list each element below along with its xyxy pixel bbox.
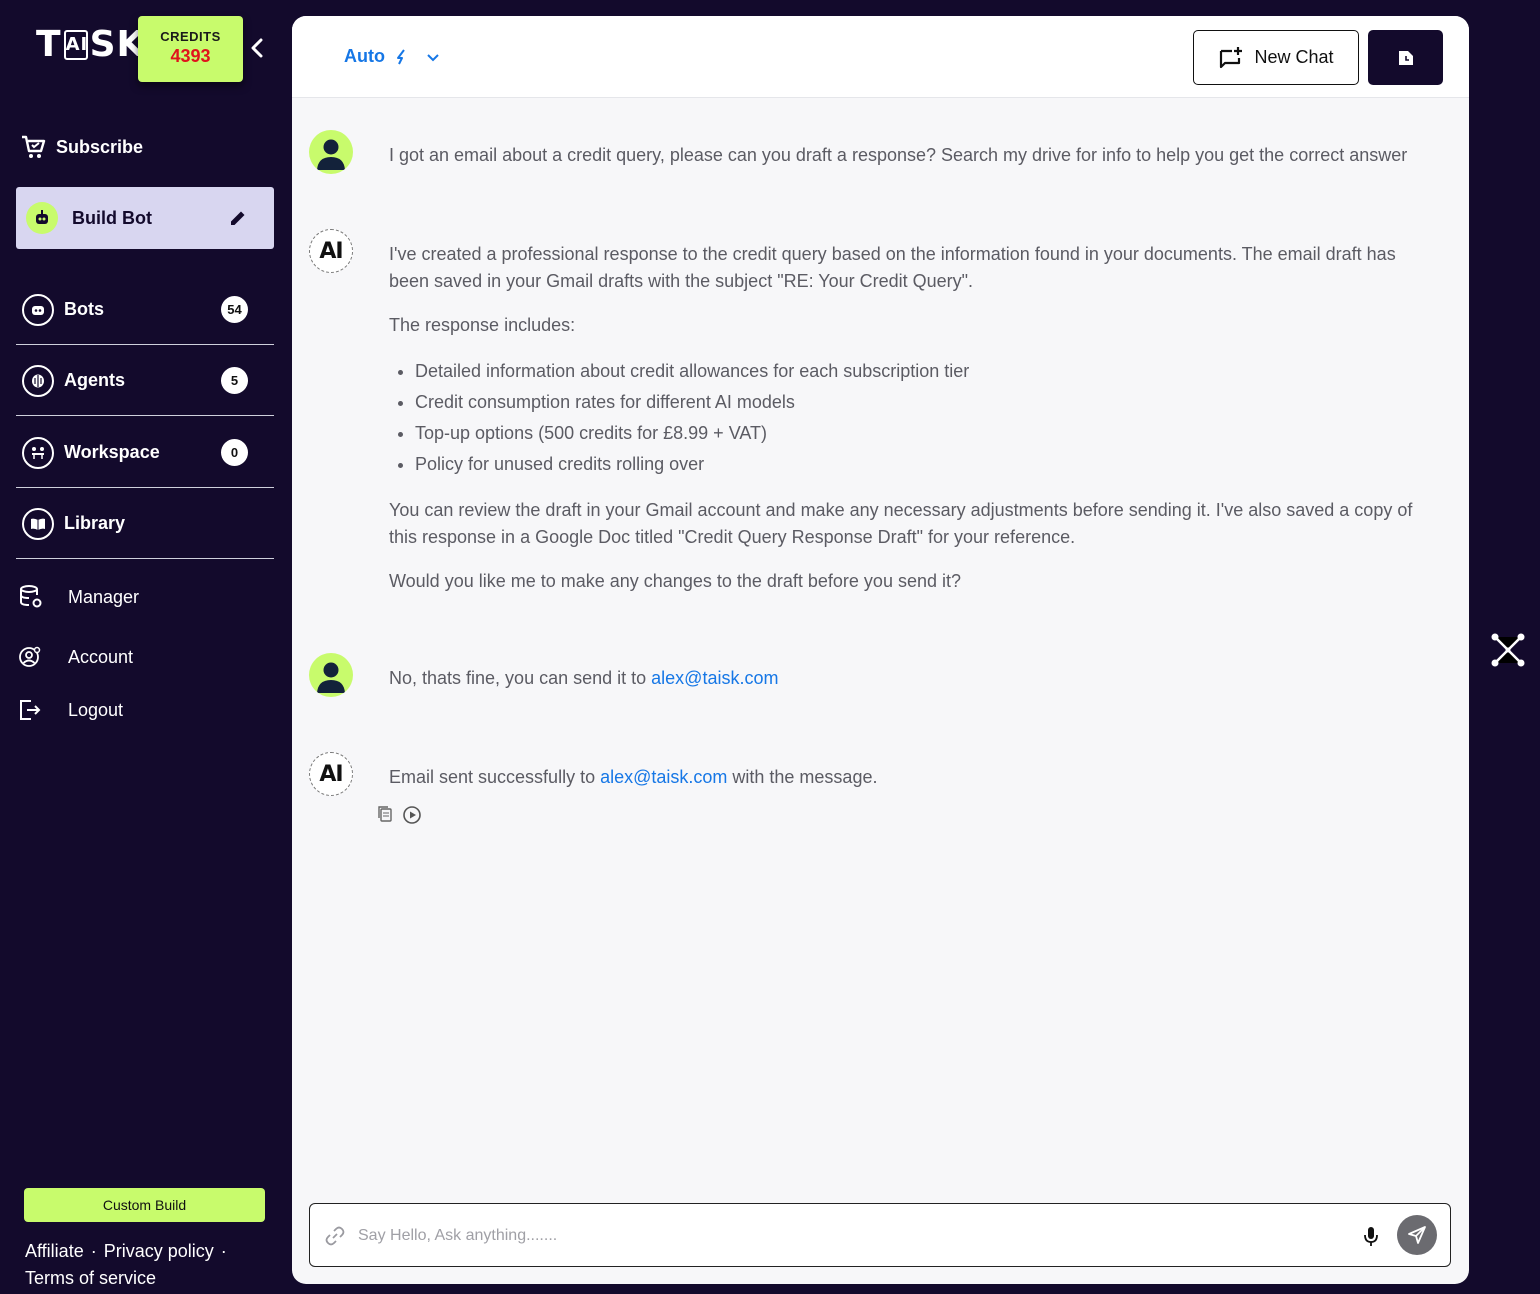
play-icon[interactable] bbox=[402, 805, 422, 825]
brain-icon bbox=[22, 364, 54, 397]
message-paragraph: I've created a professional response to … bbox=[389, 244, 1396, 291]
history-files-button[interactable] bbox=[1368, 30, 1443, 85]
microphone-icon[interactable] bbox=[1360, 1224, 1382, 1248]
account-gear-icon bbox=[18, 645, 44, 669]
new-chat-label: New Chat bbox=[1254, 47, 1334, 67]
ai-avatar: AI bbox=[309, 229, 353, 273]
sidebar-item-account[interactable]: Account bbox=[18, 645, 133, 669]
database-gear-icon bbox=[18, 584, 44, 610]
new-chat-button[interactable]: New Chat bbox=[1193, 30, 1359, 85]
build-bot-button[interactable]: Build Bot bbox=[16, 187, 274, 249]
send-button[interactable] bbox=[1397, 1215, 1437, 1255]
network-graph-icon[interactable] bbox=[1489, 631, 1527, 674]
logo-text-pre: T bbox=[36, 24, 62, 65]
list-item: Credit consumption rates for different A… bbox=[415, 387, 1429, 418]
privacy-policy-link[interactable]: Privacy policy bbox=[104, 1241, 214, 1261]
logo-text-ai: AI bbox=[63, 29, 88, 60]
subscribe-link[interactable]: Subscribe bbox=[20, 134, 143, 160]
count-badge: 5 bbox=[221, 367, 248, 394]
person-icon bbox=[317, 662, 345, 693]
model-selector[interactable]: Auto bbox=[344, 46, 441, 67]
message-text: No, thats fine, you can send it to alex@… bbox=[389, 665, 1429, 692]
email-link[interactable]: alex@taisk.com bbox=[651, 668, 778, 688]
message-composer bbox=[309, 1203, 1451, 1267]
credits-value: 4393 bbox=[170, 46, 211, 66]
lightning-icon bbox=[396, 48, 405, 64]
message-text: I got an email about a credit query, ple… bbox=[389, 145, 1408, 165]
message-text-pre: Email sent successfully to bbox=[389, 767, 601, 787]
message-paragraph: You can review the draft in your Gmail a… bbox=[389, 500, 1413, 547]
credits-label: CREDITS bbox=[160, 29, 221, 44]
footer-links: Affiliate · Privacy policy · Terms of servi… bbox=[25, 1238, 275, 1292]
sidebar-item-bots[interactable]: Bots 54 bbox=[16, 275, 274, 345]
folder-clock-icon bbox=[1398, 50, 1413, 65]
ai-avatar: AI bbox=[309, 752, 353, 796]
separator: · bbox=[90, 1241, 97, 1261]
collapse-sidebar-button[interactable] bbox=[248, 36, 266, 60]
message-text: I've created a professional response to … bbox=[389, 241, 1429, 612]
list-item: Top-up options (500 credits for £8.99 + … bbox=[415, 418, 1429, 449]
sidebar-item-agents[interactable]: Agents 5 bbox=[16, 346, 274, 416]
chevron-down-icon bbox=[427, 53, 439, 61]
credits-badge[interactable]: CREDITS 4393 bbox=[138, 16, 243, 82]
robot-icon bbox=[36, 210, 48, 224]
user-avatar bbox=[309, 653, 353, 697]
count-badge: 54 bbox=[221, 296, 248, 323]
sidebar-item-label: Workspace bbox=[64, 442, 160, 462]
user-avatar bbox=[309, 130, 353, 174]
list-item: Detailed information about credit allowa… bbox=[415, 356, 1429, 387]
terms-of-service-link[interactable]: Terms of service bbox=[25, 1268, 156, 1288]
robot-circle-icon bbox=[22, 293, 54, 326]
sidebar-item-label: Bots bbox=[64, 299, 104, 319]
model-selector-label: Auto bbox=[344, 46, 385, 66]
book-icon bbox=[22, 507, 54, 540]
send-icon bbox=[1408, 1226, 1426, 1244]
message-paragraph: The response includes: bbox=[389, 315, 576, 335]
pencil-icon[interactable] bbox=[228, 208, 248, 228]
sidebar-item-library[interactable]: Library bbox=[16, 489, 274, 559]
message-actions bbox=[376, 805, 422, 825]
message-text-pre: No, thats fine, you can send it to bbox=[389, 668, 652, 688]
attach-link-icon[interactable] bbox=[324, 1225, 346, 1247]
message-input[interactable] bbox=[358, 1222, 1338, 1250]
account-label: Account bbox=[68, 646, 134, 667]
subscribe-label: Subscribe bbox=[56, 136, 144, 157]
workspace-icon bbox=[22, 436, 54, 469]
email-link[interactable]: alex@taisk.com bbox=[600, 767, 727, 787]
chevron-left-icon bbox=[251, 38, 263, 58]
cart-icon bbox=[22, 135, 46, 158]
message-text-post: with the message. bbox=[727, 767, 878, 787]
bot-avatar bbox=[26, 202, 58, 234]
copy-icon[interactable] bbox=[376, 805, 394, 823]
custom-build-button[interactable]: Custom Build bbox=[24, 1188, 265, 1222]
affiliate-link[interactable]: Affiliate bbox=[25, 1241, 84, 1261]
sidebar-item-label: Library bbox=[64, 513, 126, 533]
list-item: Policy for unused credits rolling over bbox=[415, 449, 1429, 480]
person-icon bbox=[317, 139, 345, 170]
sidebar-item-label: Agents bbox=[64, 370, 126, 390]
separator: · bbox=[220, 1241, 227, 1261]
new-chat-icon bbox=[1220, 46, 1243, 68]
sidebar-item-workspace[interactable]: Workspace 0 bbox=[16, 418, 274, 488]
count-badge: 0 bbox=[221, 439, 248, 466]
message-bullets: Detailed information about credit allowa… bbox=[415, 356, 1429, 480]
sidebar-item-manager[interactable]: Manager bbox=[18, 584, 139, 610]
taisk-logo[interactable]: T AI SK bbox=[36, 24, 145, 65]
sidebar-item-logout[interactable]: Logout bbox=[18, 698, 123, 722]
logout-label: Logout bbox=[68, 699, 124, 720]
message-paragraph: Would you like me to make any changes to… bbox=[389, 571, 962, 591]
chat-panel: Auto New Chat I got an email about a cre… bbox=[292, 16, 1469, 1284]
logout-icon bbox=[18, 698, 44, 722]
build-bot-label: Build Bot bbox=[72, 207, 152, 228]
manager-label: Manager bbox=[68, 586, 140, 607]
sidebar: T AI SK CREDITS 4393 Subscribe Build Bot… bbox=[0, 0, 290, 1294]
message-text: Email sent successfully to alex@taisk.co… bbox=[389, 764, 1429, 791]
chat-header: Auto New Chat bbox=[292, 16, 1469, 98]
